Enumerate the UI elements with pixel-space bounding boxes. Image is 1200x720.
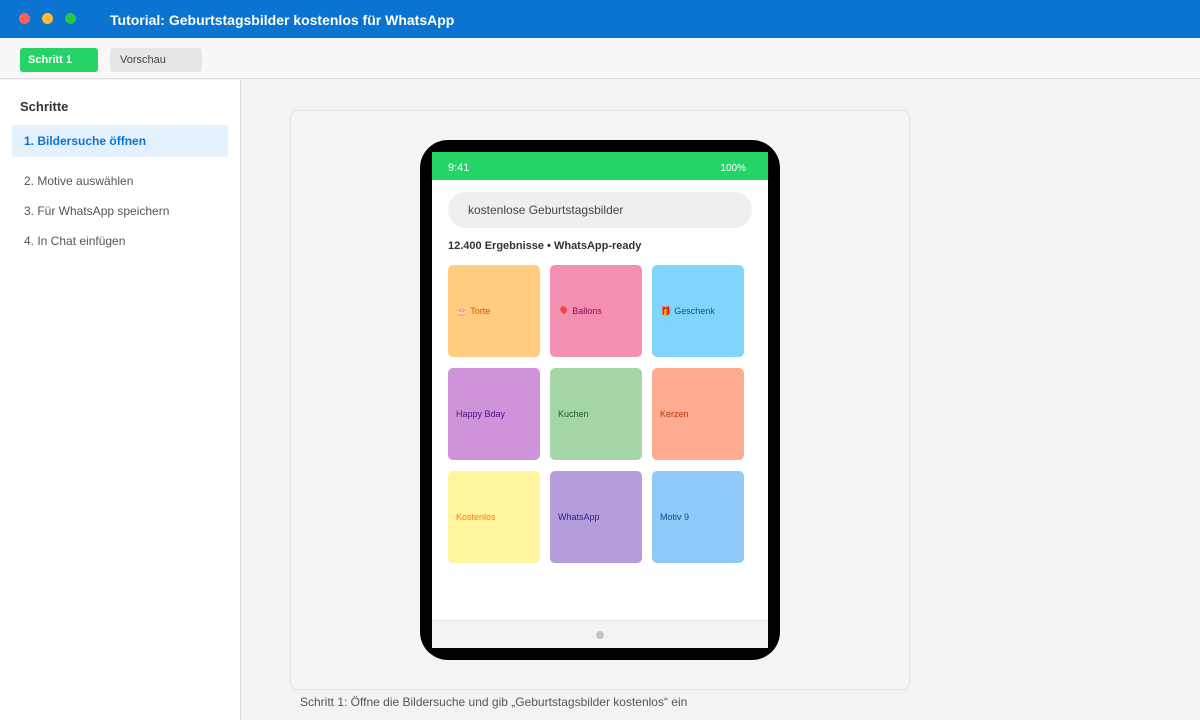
tile-label: Ballons bbox=[572, 306, 602, 316]
image-search-input[interactable]: kostenlose Geburtstagsbilder bbox=[448, 192, 752, 228]
phone-nav-bar bbox=[432, 620, 768, 648]
tile-label: Happy Bday bbox=[456, 409, 506, 419]
tile-label: Kerzen bbox=[660, 409, 689, 419]
gift-icon: 🎁 bbox=[660, 305, 672, 316]
image-tile-torte[interactable]: 🎂 Torte bbox=[448, 265, 540, 357]
sidebar-item-step-1[interactable]: 1. Bildersuche öffnen bbox=[12, 125, 228, 157]
home-indicator[interactable] bbox=[596, 631, 604, 639]
search-query-text: kostenlose Geburtstagsbilder bbox=[468, 203, 624, 217]
minimize-window-button[interactable] bbox=[42, 13, 53, 24]
phone-status-bar: 9:41 100% bbox=[432, 152, 768, 180]
cake-icon: 🎂 bbox=[456, 305, 468, 316]
tile-label: Torte bbox=[470, 306, 491, 316]
image-tile-whatsapp[interactable]: WhatsApp bbox=[550, 471, 642, 563]
sidebar-title: Schritte bbox=[20, 99, 69, 114]
steps-sidebar: Schritte 1. Bildersuche öffnen 2. Motive… bbox=[0, 80, 241, 720]
image-tile-geschenk[interactable]: 🎁 Geschenk bbox=[652, 265, 744, 357]
status-battery: 100% bbox=[720, 163, 746, 174]
preview-button[interactable]: Vorschau bbox=[110, 48, 202, 72]
window-title: Tutorial: Geburtstagsbilder kostenlos fü… bbox=[110, 12, 455, 28]
close-window-button[interactable] bbox=[19, 13, 30, 24]
results-count: 12.400 Ergebnisse • WhatsApp-ready bbox=[448, 240, 642, 252]
sidebar-item-step-2[interactable]: 2. Motive auswählen bbox=[24, 174, 133, 188]
image-tile-ballons[interactable]: 🎈 Ballons bbox=[550, 265, 642, 357]
maximize-window-button[interactable] bbox=[65, 13, 76, 24]
image-tile-kostenlos[interactable]: Kostenlos bbox=[448, 471, 540, 563]
tile-label: Kostenlos bbox=[456, 512, 496, 522]
tile-label: WhatsApp bbox=[558, 512, 600, 522]
image-tile-kuchen[interactable]: Kuchen bbox=[550, 368, 642, 460]
step-1-button[interactable]: Schritt 1 bbox=[20, 48, 98, 72]
tile-label: Geschenk bbox=[674, 306, 715, 316]
balloon-icon: 🎈 bbox=[558, 305, 570, 316]
title-bar: Tutorial: Geburtstagsbilder kostenlos fü… bbox=[0, 0, 1200, 38]
toolbar: Schritt 1 Vorschau bbox=[0, 38, 1200, 79]
image-tile-motiv-9[interactable]: Motiv 9 bbox=[652, 471, 744, 563]
image-tile-kerzen[interactable]: Kerzen bbox=[652, 368, 744, 460]
status-time: 9:41 bbox=[448, 162, 470, 174]
window-controls bbox=[19, 13, 76, 24]
sidebar-item-step-3[interactable]: 3. Für WhatsApp speichern bbox=[24, 204, 169, 218]
phone-screen: 9:41 100% kostenlose Geburtstagsbilder 1… bbox=[432, 152, 768, 648]
tile-label: Motiv 9 bbox=[660, 512, 690, 522]
image-tile-happy-bday[interactable]: Happy Bday bbox=[448, 368, 540, 460]
tile-label: Kuchen bbox=[558, 409, 589, 419]
phone-mockup: 9:41 100% kostenlose Geburtstagsbilder 1… bbox=[420, 140, 780, 660]
sidebar-item-step-4[interactable]: 4. In Chat einfügen bbox=[24, 234, 125, 248]
step-caption: Schritt 1: Öffne die Bildersuche und gib… bbox=[300, 695, 688, 709]
